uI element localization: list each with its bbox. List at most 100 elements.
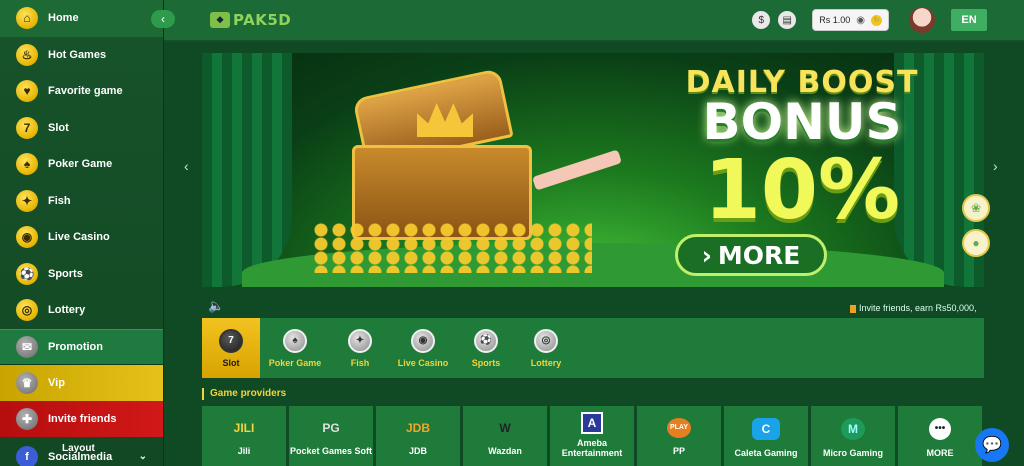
jdb-logo-icon: JDB: [405, 421, 430, 435]
tab-poker-game[interactable]: ♠ Poker Game: [260, 318, 330, 378]
provider-jdb[interactable]: JDB JDB: [376, 406, 460, 466]
banner-percent: 10%: [703, 143, 901, 238]
wazdan-logo-icon: W: [499, 421, 511, 435]
sidebar-item-label: Sports: [48, 267, 83, 280]
banner-more-label: MORE: [717, 240, 801, 270]
sidebar-item-live-casino[interactable]: ◉ Live Casino: [0, 219, 163, 256]
tab-fish[interactable]: ✦ Fish: [330, 318, 390, 378]
sidebar-item-label: Home: [48, 12, 79, 25]
ameba-logo-icon: A: [581, 412, 603, 434]
chevron-right-icon: ›: [701, 240, 712, 270]
provider-name: Jili: [237, 446, 251, 456]
live-casino-icon: ◉: [16, 226, 38, 249]
banner-next-arrow-icon[interactable]: ›: [993, 158, 998, 174]
curtain-left: [202, 53, 292, 287]
lottery-icon: ◎: [534, 328, 558, 353]
pg-logo-icon: PG: [322, 421, 340, 435]
promo-banner[interactable]: DAILY BOOST BONUS 10% › MORE: [202, 53, 984, 287]
announcement-marquee: Invite friends, earn Rs50,000,: [850, 303, 980, 313]
sidebar-item-vip[interactable]: ♛ Vip: [0, 364, 163, 401]
chat-support-icon[interactable]: 💬: [975, 428, 1009, 462]
sidebar-item-favorite-game[interactable]: ♥ Favorite game: [0, 73, 163, 110]
brand-logo[interactable]: ❖ PAK5D: [210, 11, 291, 29]
provider-caleta-gaming[interactable]: C Caleta Gaming: [724, 406, 808, 466]
tab-label: Poker Game: [268, 357, 322, 368]
jili-logo-icon: JILI: [233, 421, 255, 435]
lottery-icon: ◎: [16, 299, 38, 322]
sidebar-item-label: Hot Games: [48, 48, 107, 61]
wallet-icon[interactable]: ▤: [778, 11, 797, 29]
marquee-text: Invite friends, earn Rs50,000,: [859, 303, 977, 313]
provider-name: JDB: [408, 446, 427, 456]
provider-micro-gaming[interactable]: M Micro Gaming: [811, 406, 895, 466]
tab-live-casino[interactable]: ◉ Live Casino: [390, 318, 456, 378]
sidebar-item-label: Live Casino: [48, 231, 110, 244]
sidebar-item-label: Invite friends: [48, 412, 117, 425]
provider-name: PP: [672, 446, 685, 456]
slot-icon: 7: [219, 328, 243, 353]
provider-pp[interactable]: PLAY PP: [637, 406, 721, 466]
vip-icon: ♛: [16, 371, 38, 394]
gold-coins-image: [312, 223, 592, 273]
treasure-chest-image: [352, 68, 532, 243]
provider-wazdan[interactable]: W Wazdan: [463, 406, 547, 466]
logo-mark-icon: ❖: [210, 12, 230, 28]
floating-coin-icon[interactable]: ●: [962, 229, 990, 257]
layout-overlay-label: Layout: [62, 442, 95, 454]
tab-label: Lottery: [530, 357, 562, 368]
sidebar-item-promotion[interactable]: ✉ Promotion: [0, 328, 163, 365]
provider-name: MORE: [926, 448, 954, 458]
sidebar-item-label: Vip: [48, 376, 65, 389]
fish-icon: ✦: [16, 189, 38, 212]
sidebar-item-invite-friends[interactable]: ✚ Invite friends: [0, 400, 163, 437]
poker-icon: ♠: [16, 153, 38, 176]
avatar[interactable]: [909, 7, 935, 33]
balance-display[interactable]: Rs 1.00 ◉ ↻: [812, 9, 889, 31]
sidebar-item-home[interactable]: ⌂ Home: [0, 0, 163, 37]
pp-logo-icon: PLAY: [667, 418, 691, 438]
poker-icon: ♠: [283, 328, 307, 353]
sidebar-item-slot[interactable]: 7 Slot: [0, 110, 163, 147]
provider-list: JILI Jili PG Pocket Games Soft JDB JDB W…: [202, 406, 984, 466]
sidebar-item-lottery[interactable]: ◎ Lottery: [0, 292, 163, 329]
sidebar-collapse-button[interactable]: ‹: [151, 10, 175, 28]
sidebar-item-poker-game[interactable]: ♠ Poker Game: [0, 146, 163, 183]
language-button[interactable]: EN: [951, 9, 987, 31]
balance-amount: Rs 1.00: [819, 15, 851, 25]
sidebar-item-label: Poker Game: [48, 158, 113, 171]
sidebar-item-sports[interactable]: ⚽ Sports: [0, 256, 163, 293]
logo-text: PAK5D: [233, 11, 292, 29]
banner-more-button[interactable]: › MORE: [675, 234, 827, 276]
tab-sports[interactable]: ⚽ Sports: [456, 318, 516, 378]
chevron-down-icon: ⌄: [138, 451, 147, 462]
provider-ameba[interactable]: A Ameba Entertainment: [550, 406, 634, 466]
tab-lottery[interactable]: ◎ Lottery: [516, 318, 576, 378]
sidebar-item-hot-games[interactable]: ♨ Hot Games: [0, 37, 163, 74]
provider-more-button[interactable]: ••• MORE: [898, 406, 982, 466]
provider-jili[interactable]: JILI Jili: [202, 406, 286, 466]
home-icon: ⌂: [16, 7, 38, 30]
provider-name: Wazdan: [488, 446, 522, 456]
banner-prev-arrow-icon[interactable]: ‹: [184, 158, 189, 174]
invite-icon: ✚: [16, 407, 38, 430]
floating-gift-icon[interactable]: ❀: [962, 194, 990, 222]
sidebar-item-label-wrap: Socialmedia Layout: [48, 443, 112, 463]
sports-icon: ⚽: [16, 262, 38, 285]
provider-name: Pocket Games Soft: [289, 446, 373, 456]
speaker-icon: 🔈: [208, 298, 225, 313]
sidebar-item-fish[interactable]: ✦ Fish: [0, 183, 163, 220]
tab-label: Live Casino: [397, 357, 449, 368]
promotion-icon: ✉: [16, 335, 38, 358]
refresh-coin-icon[interactable]: ↻: [871, 14, 882, 26]
sports-icon: ⚽: [474, 328, 498, 353]
top-header: ❖ PAK5D $ ▤ Rs 1.00 ◉ ↻ EN: [164, 0, 1024, 42]
sidebar-item-socialmedia[interactable]: f Socialmedia Layout ⌄: [0, 437, 163, 466]
hot-games-icon: ♨: [16, 43, 38, 66]
eye-icon[interactable]: ◉: [856, 15, 865, 26]
provider-name: Ameba Entertainment: [561, 438, 623, 458]
tab-slot[interactable]: 7 Slot: [202, 318, 260, 378]
money-bag-icon[interactable]: $: [752, 11, 771, 29]
provider-pocket-games-soft[interactable]: PG Pocket Games Soft: [289, 406, 373, 466]
header-actions: $ ▤ Rs 1.00 ◉ ↻ EN: [752, 7, 987, 33]
sidebar-item-label: Favorite game: [48, 85, 123, 98]
